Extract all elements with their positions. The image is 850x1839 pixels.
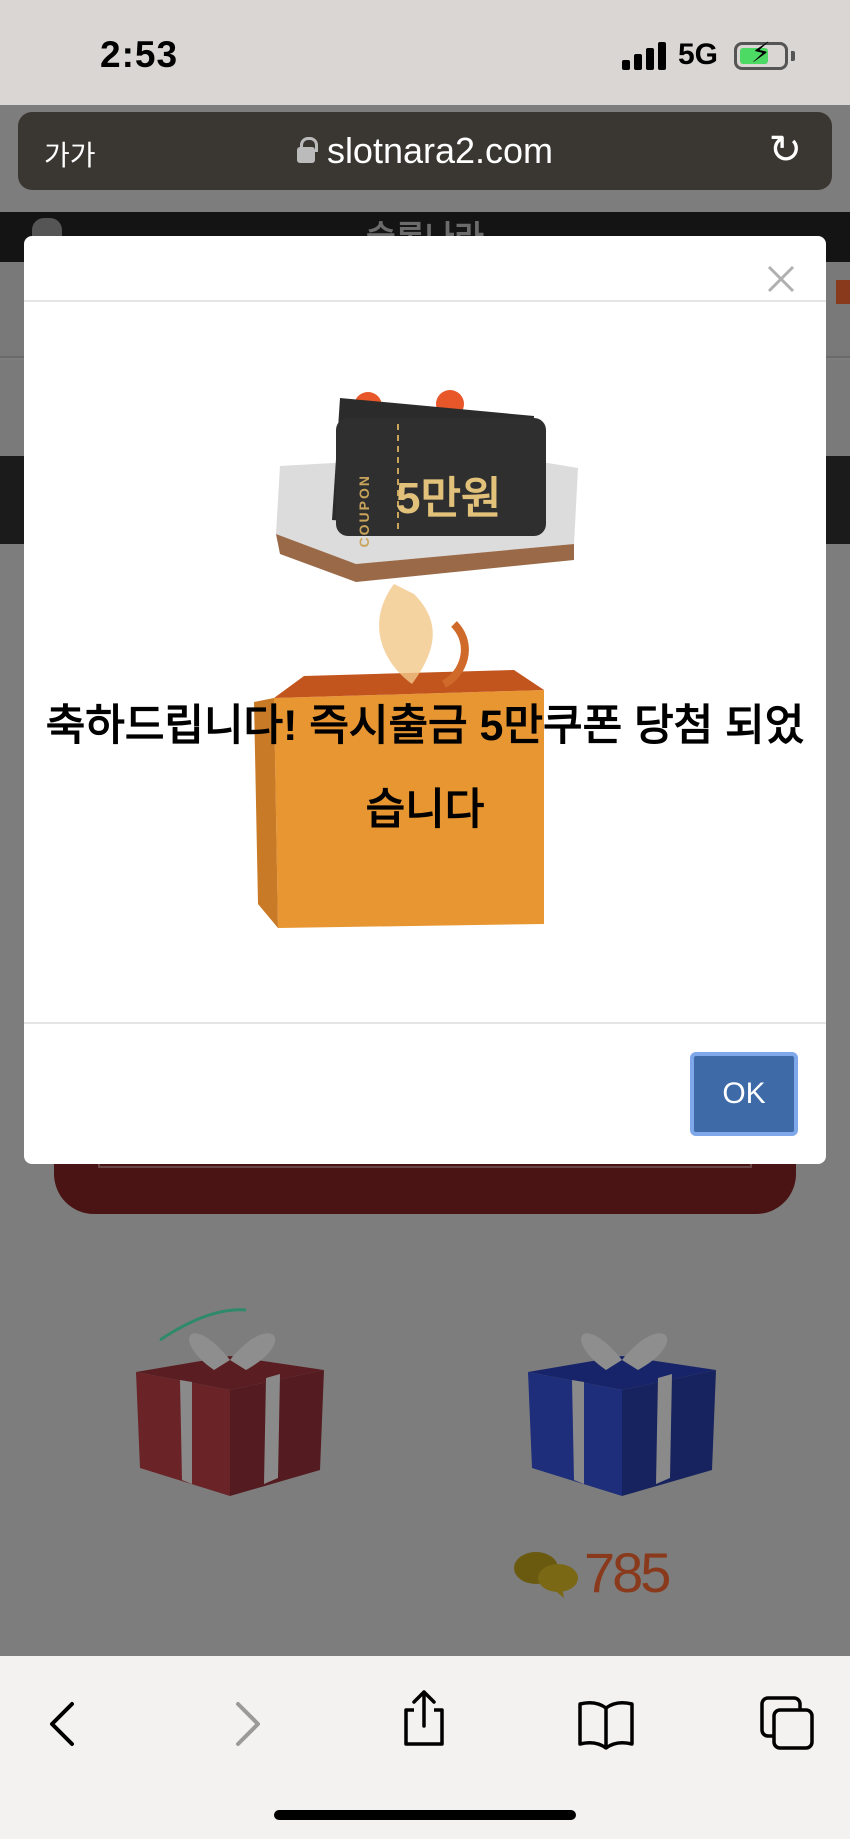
comment-count: 785	[584, 1541, 671, 1604]
battery-charging-icon: ⚡	[734, 39, 788, 70]
red-gift-icon[interactable]	[130, 1300, 330, 1500]
bookmarks-icon[interactable]	[576, 1694, 636, 1754]
status-time: 2:53	[100, 34, 179, 75]
share-icon[interactable]	[394, 1688, 454, 1748]
modal-footer: OK	[24, 1022, 826, 1164]
back-icon[interactable]	[34, 1694, 94, 1754]
coupon-amount: 5만원	[396, 474, 502, 523]
ok-button[interactable]: OK	[690, 1052, 798, 1136]
url-field[interactable]: slotnara2.com	[18, 130, 832, 172]
coupon-modal: COUPON 5만원 축하드립니다! 즉시출금 5만쿠폰 당첨 되었습니다 OK	[24, 236, 826, 1164]
modal-header	[24, 236, 826, 302]
site-badge	[836, 280, 850, 304]
tabs-icon[interactable]	[758, 1694, 818, 1754]
url-text: slotnara2.com	[326, 130, 554, 171]
home-indicator	[274, 1810, 576, 1820]
chat-bubbles-icon	[514, 1552, 578, 1598]
address-bar[interactable]: 가가 slotnara2.com ↻	[18, 112, 832, 190]
coupon-tag: COUPON	[356, 474, 372, 548]
network-type: 5G	[678, 38, 719, 71]
battery-tip	[791, 51, 795, 61]
lock-icon	[296, 137, 318, 163]
reload-icon[interactable]: ↻	[768, 130, 802, 170]
forward-icon[interactable]	[216, 1694, 276, 1754]
close-icon[interactable]	[766, 264, 796, 294]
status-bar: 2:53 5G ⚡	[0, 0, 850, 105]
blue-gift-icon[interactable]	[522, 1300, 722, 1500]
cellular-signal-icon	[622, 42, 666, 70]
congratulations-message: 축하드립니다! 즉시출금 5만쿠폰 당첨 되었습니다	[45, 702, 805, 834]
